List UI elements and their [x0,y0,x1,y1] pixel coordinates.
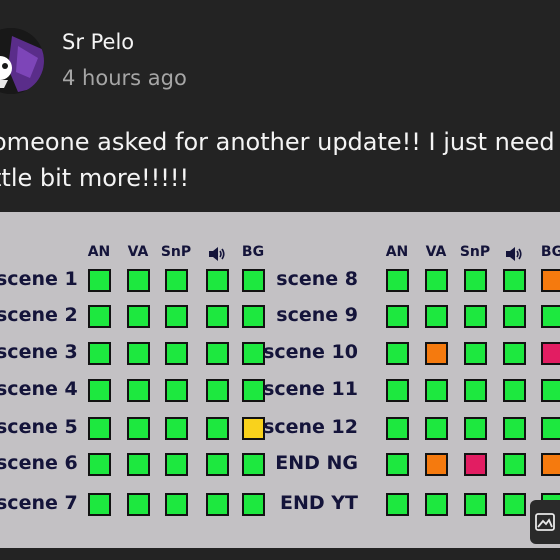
right-status-cell-green [503,417,526,440]
right-status-cell-green [386,342,409,365]
left-status-cell-green [88,305,111,328]
right-row-label: scene 8 [276,268,358,290]
right-status-cell-green [464,342,487,365]
right-status-cell-green [425,493,448,516]
left-status-cell-green [206,305,229,328]
right-status-cell-green [464,305,487,328]
left-status-cell-green [127,305,150,328]
right-status-cell-green [541,305,560,328]
left-status-cell-green [127,493,150,516]
right-status-cell-orange [425,342,448,365]
right-status-cell-green [464,379,487,402]
right-status-cell-pink [464,453,487,476]
right-header-an: AN [385,244,409,260]
right-status-cell-green [425,379,448,402]
right-status-cell-green [386,379,409,402]
left-status-cell-green [165,417,188,440]
right-row-label: scene 12 [263,416,358,438]
right-row-label: scene 9 [276,304,358,326]
left-header-va: VA [127,244,149,260]
left-status-cell-green [127,342,150,365]
right-status-cell-green [425,417,448,440]
left-row-label: scene 3 [0,341,78,363]
left-row-label: scene 6 [0,452,78,474]
right-status-cell-green [541,379,560,402]
left-header-snp: SnP [160,244,192,260]
right-status-cell-green [503,379,526,402]
left-status-cell-green [165,453,188,476]
left-status-cell-green [206,379,229,402]
left-status-cell-green [206,493,229,516]
avatar[interactable] [0,28,44,94]
right-status-cell-green [386,305,409,328]
left-row-label: scene 4 [0,378,78,400]
speaker-icon [209,247,225,261]
left-status-cell-green [165,379,188,402]
left-status-cell-green [88,453,111,476]
avatar-image [0,28,44,94]
right-row-label: END NG [275,452,358,474]
left-status-cell-green [88,493,111,516]
right-status-cell-green [503,305,526,328]
left-status-cell-green [88,379,111,402]
left-status-cell-green [127,269,150,292]
right-status-cell-orange [541,453,560,476]
right-status-cell-orange [541,269,560,292]
left-status-cell-green [88,269,111,292]
right-status-cell-green [386,453,409,476]
right-status-cell-green [503,493,526,516]
left-status-cell-green [88,417,111,440]
right-status-cell-green [464,417,487,440]
right-status-cell-green [464,493,487,516]
left-status-cell-green [165,269,188,292]
left-status-cell-green [127,453,150,476]
right-status-cell-green [541,417,560,440]
right-status-cell-green [464,269,487,292]
author-name[interactable]: Sr Pelo [62,30,134,54]
left-row-label: scene 5 [0,416,78,438]
left-status-cell-green [206,417,229,440]
attached-image-progress-table[interactable]: AN VA SnP BG AN VA SnP BG scene 1 scene 2 scene 3 s… [0,212,560,548]
left-status-cell-green [206,269,229,292]
left-status-cell-green [88,342,111,365]
post-text: omeone asked for another update!! I just… [0,128,555,192]
right-status-cell-green [425,269,448,292]
right-row-label: scene 11 [263,378,358,400]
right-status-cell-green [503,342,526,365]
image-gallery-button[interactable] [530,500,560,544]
right-row-label: END YT [280,492,358,514]
right-status-cell-orange [425,453,448,476]
left-row-label: scene 2 [0,304,78,326]
right-header-bg: BG [540,244,560,260]
left-row-label: scene 1 [0,268,78,290]
bottom-divider [0,548,560,560]
right-header-snp: SnP [459,244,491,260]
post-timestamp: 4 hours ago [62,66,187,90]
image-gallery-icon [535,513,555,531]
right-status-cell-green [386,417,409,440]
left-status-cell-green [165,305,188,328]
left-status-cell-green [165,342,188,365]
right-status-cell-green [386,269,409,292]
right-status-cell-green [503,453,526,476]
left-status-cell-green [127,417,150,440]
speaker-icon [506,247,522,261]
right-row-label: scene 10 [263,341,358,363]
right-status-cell-pink [541,342,560,365]
left-status-cell-green [206,453,229,476]
left-status-cell-green [165,493,188,516]
right-status-cell-green [386,493,409,516]
left-header-bg: BG [241,244,265,260]
right-status-cell-green [503,269,526,292]
right-status-cell-green [425,305,448,328]
left-status-cell-green [206,342,229,365]
left-status-cell-green [127,379,150,402]
left-header-an: AN [87,244,111,260]
left-row-label: scene 7 [0,492,78,514]
right-header-va: VA [425,244,447,260]
